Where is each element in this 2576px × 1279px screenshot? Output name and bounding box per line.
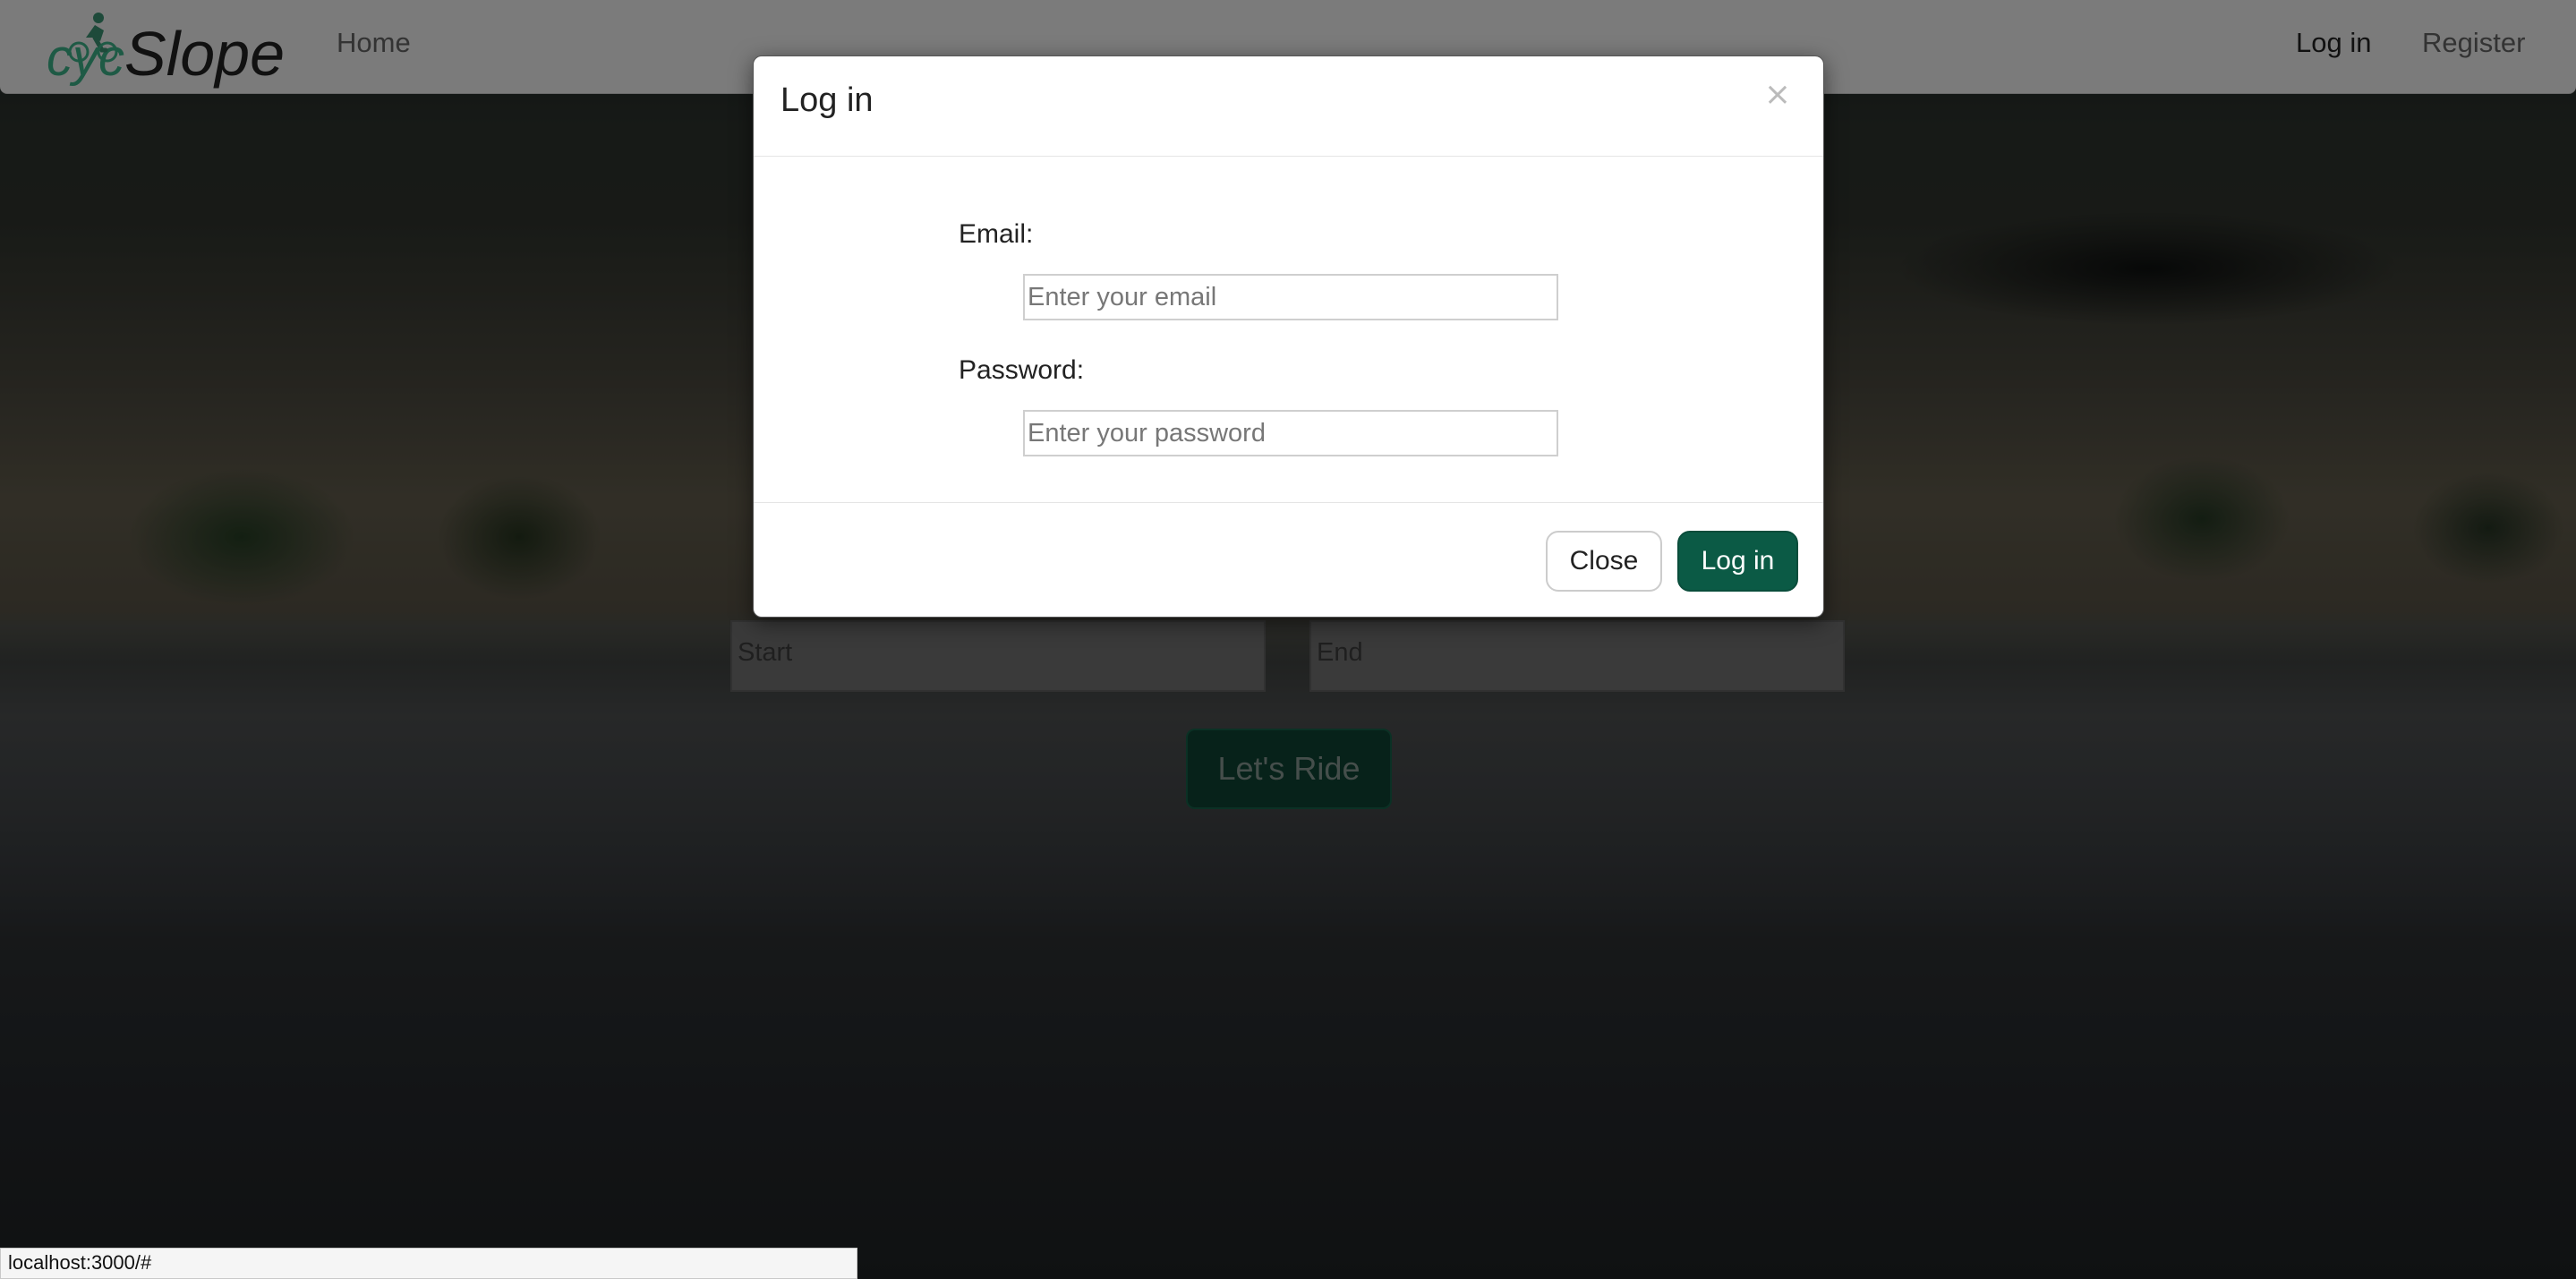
login-modal: Log in × Email: Password: Close Log in	[753, 55, 1824, 618]
password-field[interactable]	[1023, 410, 1558, 456]
login-button[interactable]: Log in	[1677, 531, 1798, 592]
cyclist-icon	[68, 13, 118, 63]
modal-footer: Close Log in	[754, 502, 1823, 617]
modal-header: Log in ×	[754, 56, 1823, 157]
page: Start End Let's Ride cyc Slope Home Log …	[0, 0, 2576, 1279]
modal-title: Log in	[780, 81, 874, 119]
close-button[interactable]: Close	[1546, 531, 1662, 592]
password-label: Password:	[959, 355, 1085, 385]
brand-name: Slope	[124, 19, 286, 89]
email-label: Email:	[959, 219, 1034, 249]
brand-logo[interactable]: cyc Slope	[47, 9, 285, 89]
nav-home-link[interactable]: Home	[337, 27, 411, 59]
status-bar-url: localhost:3000/#	[0, 1248, 857, 1279]
close-icon[interactable]: ×	[1764, 76, 1791, 113]
nav-login-link[interactable]: Log in	[2296, 27, 2371, 59]
email-field[interactable]	[1023, 274, 1558, 320]
nav-register-link[interactable]: Register	[2422, 27, 2525, 59]
